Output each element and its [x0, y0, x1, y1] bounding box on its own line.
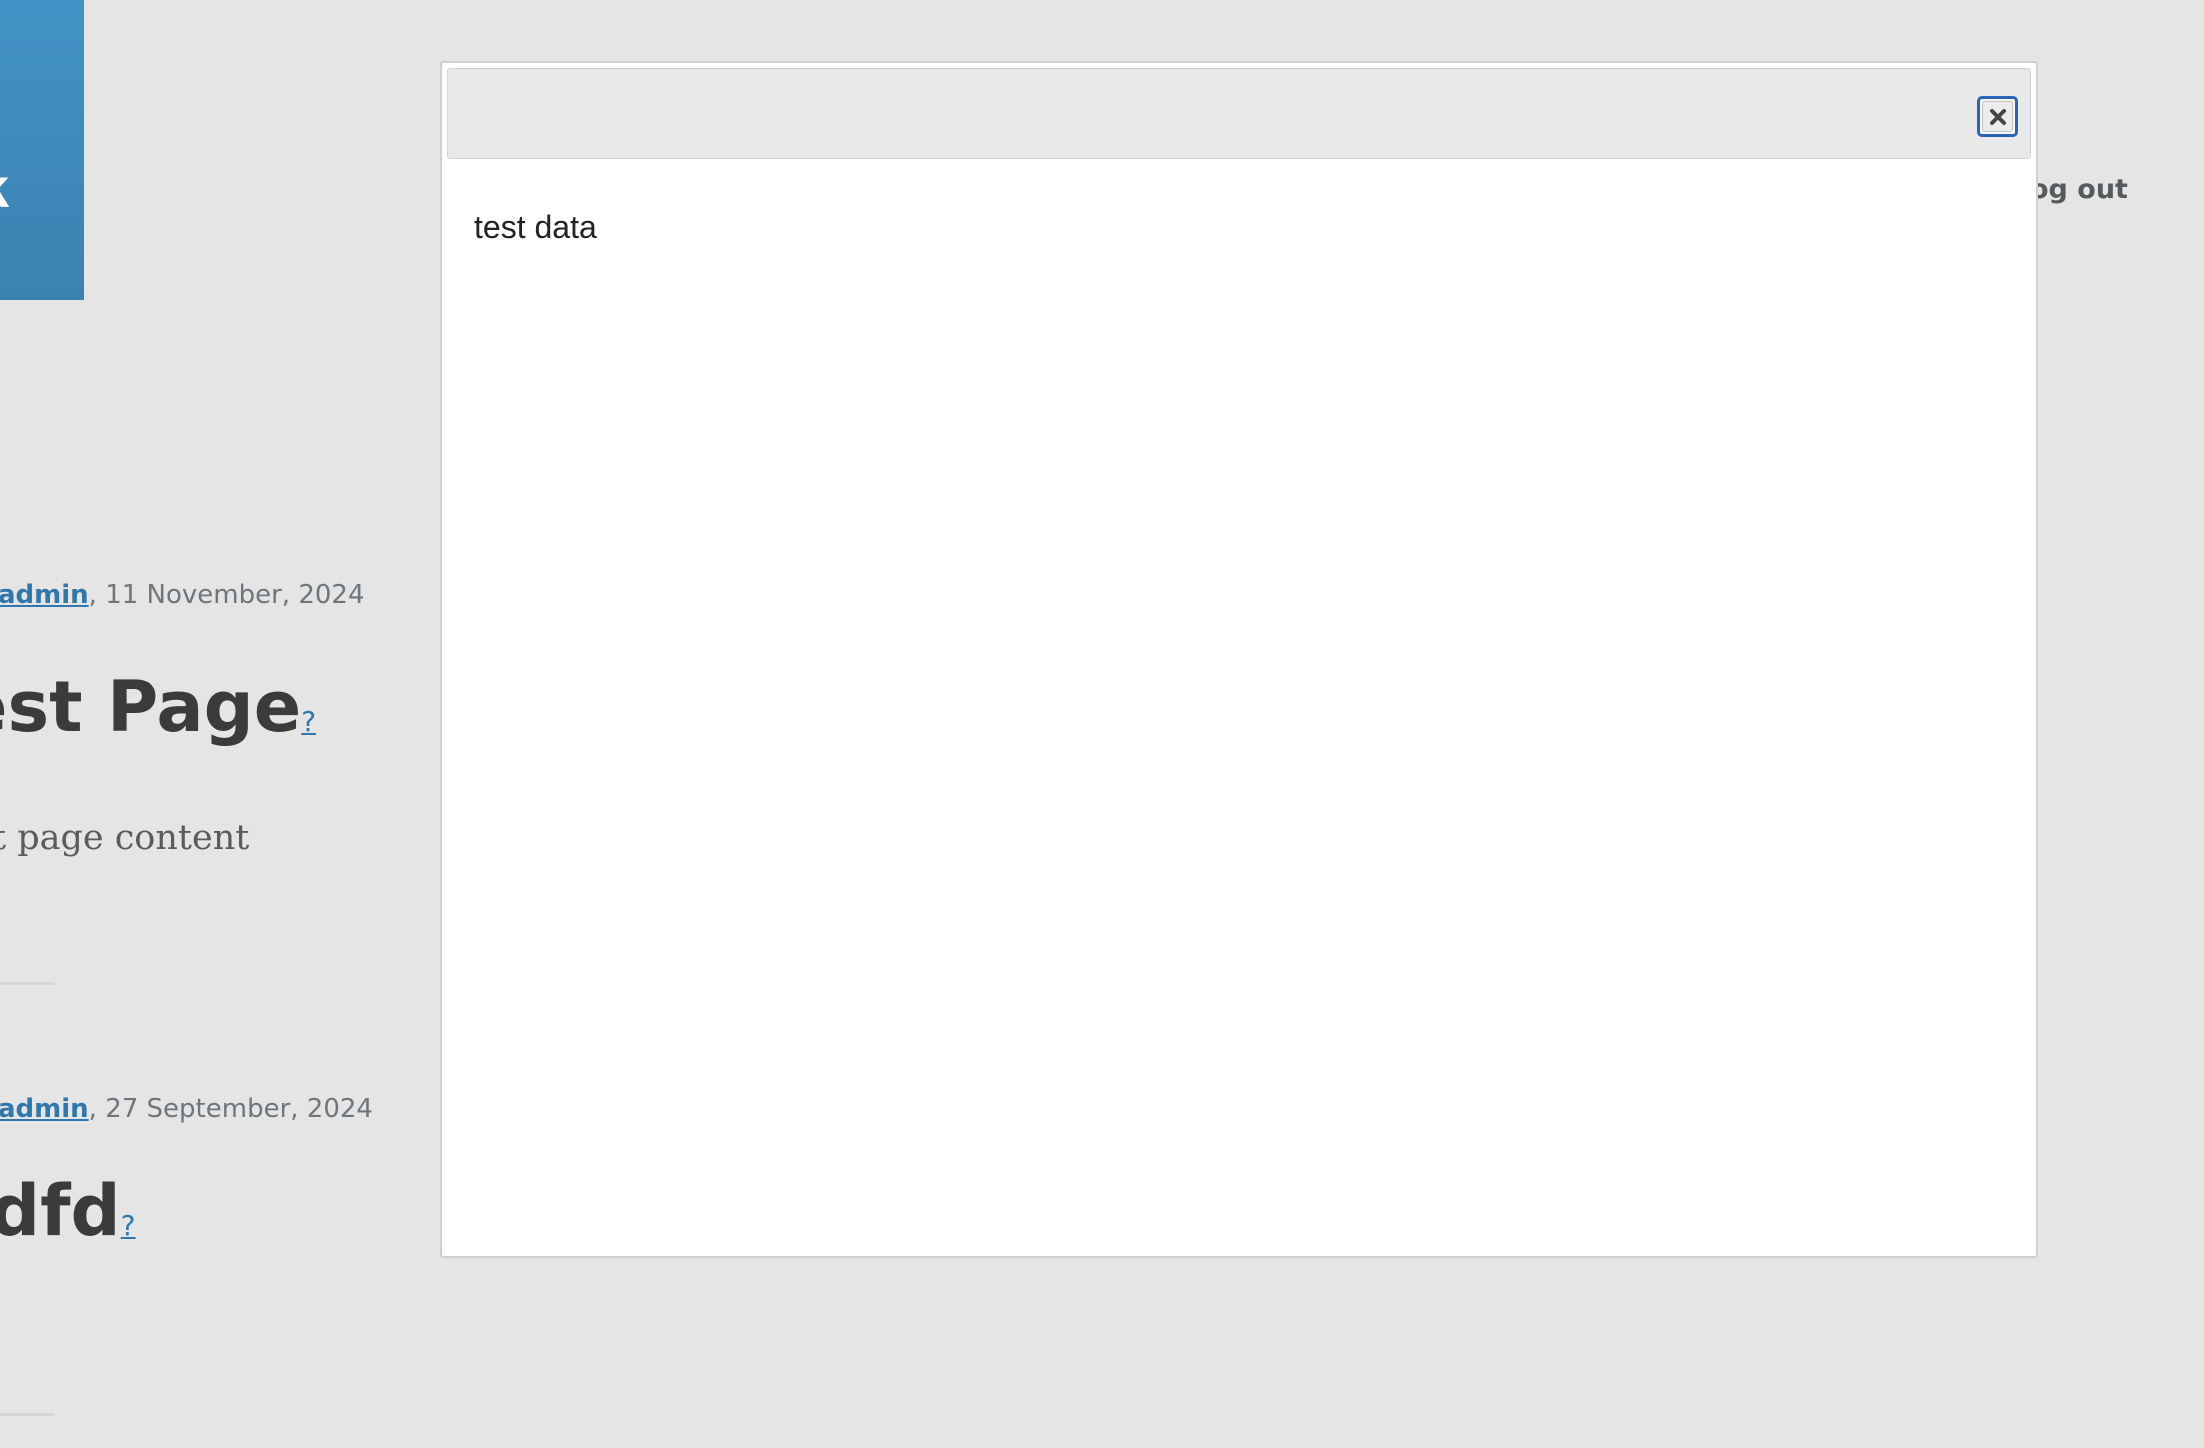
post-excerpt-row: t page content — [0, 818, 420, 858]
post-meta: admin, 11 November, 2024 — [0, 580, 418, 610]
page: k og out admin, 11 November, 2024 est Pa… — [0, 0, 2204, 1448]
post-divider — [0, 1413, 55, 1416]
post-excerpt: t page content — [0, 818, 250, 858]
post-date: , 27 September, 2024 — [88, 1094, 373, 1124]
post-title-text[interactable]: dfd — [0, 1170, 121, 1252]
post-meta: admin, 27 September, 2024 — [0, 1094, 418, 1124]
post-item: admin, 27 September, 2024 — [0, 1094, 420, 1124]
post-date: , 11 November, 2024 — [88, 580, 365, 610]
dialog-content: test data — [474, 209, 597, 245]
modal-dialog: test data — [440, 61, 2038, 1258]
post-author-link[interactable]: admin — [0, 580, 89, 610]
dialog-close-button[interactable] — [1977, 96, 2018, 137]
dialog-titlebar[interactable] — [447, 68, 2031, 159]
post-title[interactable]: dfd? — [0, 1176, 420, 1246]
post-title[interactable]: est Page? — [0, 672, 420, 742]
logout-link[interactable]: og out — [2030, 174, 2128, 205]
post-title-link[interactable]: ? — [301, 705, 316, 738]
close-icon — [1982, 101, 2013, 132]
post-divider — [0, 982, 55, 985]
post-author-link[interactable]: admin — [0, 1094, 89, 1124]
post-title-row: est Page? — [0, 672, 420, 742]
site-logo-text: k — [0, 160, 9, 216]
post-item: admin, 11 November, 2024 — [0, 580, 420, 610]
post-title-link[interactable]: ? — [121, 1209, 136, 1242]
post-title-row: dfd? — [0, 1176, 420, 1246]
post-title-text[interactable]: est Page — [0, 666, 301, 748]
site-logo[interactable]: k — [0, 0, 84, 300]
